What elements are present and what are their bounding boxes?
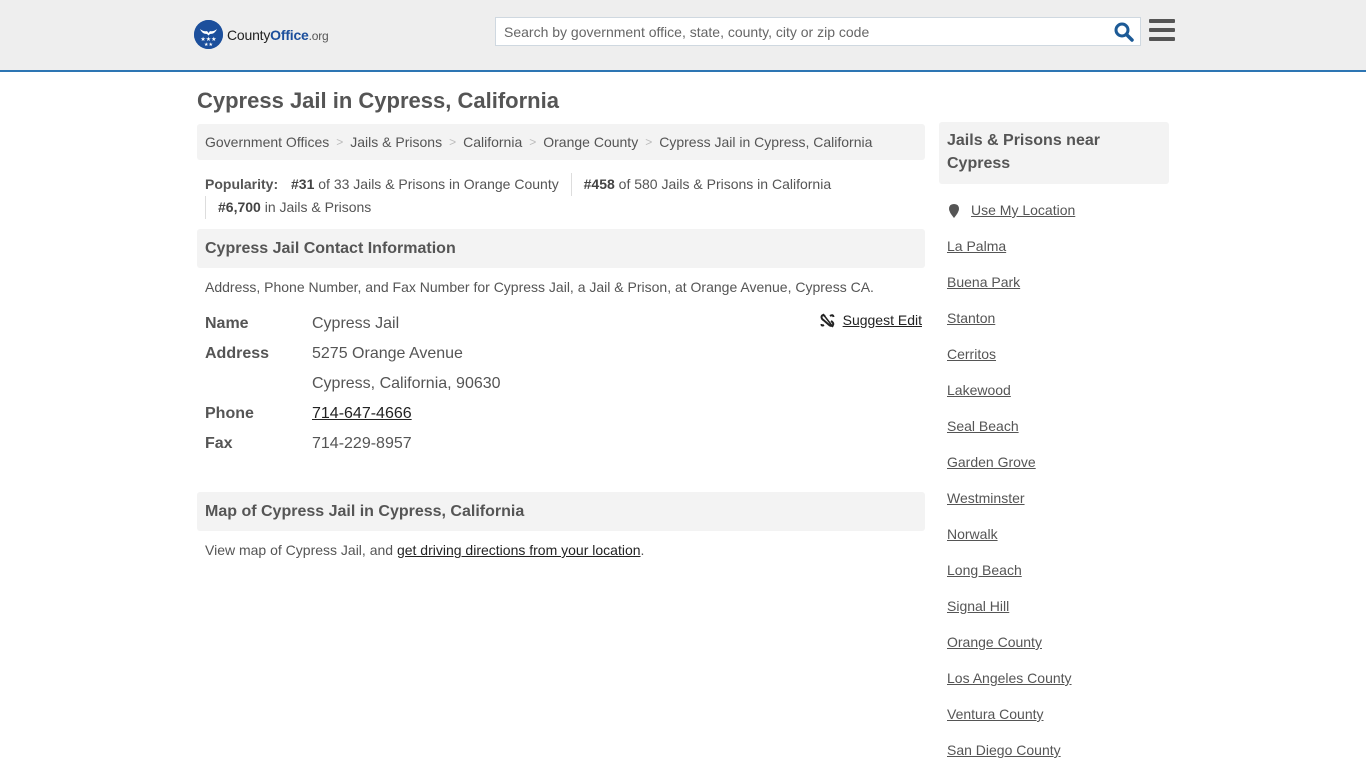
svg-text:★★: ★★	[204, 42, 213, 48]
use-my-location[interactable]: Use My Location	[947, 202, 1161, 238]
page-title: Cypress Jail in Cypress, California	[197, 88, 559, 113]
contact-description: Address, Phone Number, and Fax Number fo…	[205, 279, 874, 295]
site-logo[interactable]: ★★★ ★★ CountyOffice.org	[194, 20, 329, 49]
popularity-section: Popularity: #31 of 33 Jails & Prisons in…	[197, 160, 925, 219]
breadcrumb-separator: >	[336, 135, 344, 149]
search-icon	[1114, 22, 1134, 42]
menu-bar	[1149, 28, 1175, 32]
breadcrumb-separator: >	[529, 135, 537, 149]
nearby-link-orange-county[interactable]: Orange County	[947, 634, 1042, 650]
site-header: ★★★ ★★ CountyOffice.org	[0, 0, 1366, 72]
contact-section-heading: Cypress Jail Contact Information	[197, 229, 925, 268]
sidebar: Jails & Prisons near Cypress Use My Loca…	[939, 122, 1169, 778]
address-row: Address 5275 Orange Avenue	[205, 339, 917, 369]
nearby-link-norwalk[interactable]: Norwalk	[947, 526, 998, 542]
hamburger-menu-button[interactable]	[1149, 19, 1175, 41]
nearby-link-seal-beach[interactable]: Seal Beach	[947, 418, 1019, 434]
phone-label: Phone	[205, 405, 254, 422]
name-value: Cypress Jail	[312, 315, 400, 332]
address-line2: Cypress, California, 90630	[312, 375, 501, 392]
suggest-edit-button[interactable]: Suggest Edit	[820, 312, 922, 328]
nearby-link-lakewood[interactable]: Lakewood	[947, 382, 1011, 398]
nearby-link-ventura-county[interactable]: Ventura County	[947, 706, 1044, 722]
search-input[interactable]	[496, 18, 1096, 45]
popularity-county-rank: #31 of 33 Jails & Prisons in Orange Coun…	[291, 176, 559, 192]
eagle-stars-logo-icon: ★★★ ★★	[194, 20, 223, 49]
driving-directions-link[interactable]: get driving directions from your locatio…	[397, 542, 641, 558]
contact-details: Name Cypress Jail Address 5275 Orange Av…	[197, 295, 925, 459]
search-button[interactable]	[1114, 22, 1134, 42]
suggest-edit-link[interactable]: Suggest Edit	[843, 312, 922, 328]
menu-bar	[1149, 19, 1175, 23]
name-label: Name	[205, 315, 249, 332]
sidebar-heading: Jails & Prisons near Cypress	[939, 122, 1169, 184]
popularity-label: Popularity:	[205, 176, 279, 192]
nearby-list: Use My Location La Palma Buena Park Stan…	[939, 184, 1169, 778]
fax-value: 714-229-8957	[312, 435, 412, 452]
search-bar	[495, 17, 1141, 46]
broken-link-icon	[820, 313, 835, 327]
fax-label: Fax	[205, 435, 233, 452]
breadcrumb-current: Cypress Jail in Cypress, California	[659, 134, 873, 150]
nearby-link-westminster[interactable]: Westminster	[947, 490, 1025, 506]
breadcrumb-orange-county[interactable]: Orange County	[543, 134, 638, 150]
nearby-link-long-beach[interactable]: Long Beach	[947, 562, 1022, 578]
nearby-link-garden-grove[interactable]: Garden Grove	[947, 454, 1036, 470]
main-content: Government Offices > Jails & Prisons > C…	[197, 124, 925, 558]
nearby-link-stanton[interactable]: Stanton	[947, 310, 995, 326]
nearby-link-signal-hill[interactable]: Signal Hill	[947, 598, 1009, 614]
breadcrumb: Government Offices > Jails & Prisons > C…	[197, 124, 925, 160]
nearby-link-la-palma[interactable]: La Palma	[947, 238, 1006, 254]
breadcrumb-separator: >	[449, 135, 457, 149]
logo-wordmark: CountyOffice.org	[227, 26, 329, 43]
nearby-link-los-angeles-county[interactable]: Los Angeles County	[947, 670, 1072, 686]
address-line1: 5275 Orange Avenue	[312, 345, 463, 362]
fax-row: Fax 714-229-8957	[205, 429, 917, 459]
map-section-heading: Map of Cypress Jail in Cypress, Californ…	[197, 492, 925, 531]
breadcrumb-separator: >	[645, 135, 653, 149]
map-description: View map of Cypress Jail, and get drivin…	[205, 542, 645, 558]
breadcrumb-california[interactable]: California	[463, 134, 522, 150]
nearby-link-buena-park[interactable]: Buena Park	[947, 274, 1020, 290]
breadcrumb-jails-prisons[interactable]: Jails & Prisons	[350, 134, 442, 150]
address-label: Address	[205, 345, 270, 362]
map-pin-icon	[949, 204, 959, 218]
use-my-location-link[interactable]: Use My Location	[971, 202, 1075, 218]
phone-link[interactable]: 714-647-4666	[312, 405, 412, 422]
nearby-link-cerritos[interactable]: Cerritos	[947, 346, 996, 362]
breadcrumb-government-offices[interactable]: Government Offices	[205, 134, 329, 150]
name-row: Name Cypress Jail	[205, 309, 917, 339]
popularity-state-rank: #458 of 580 Jails & Prisons in Californi…	[570, 173, 831, 196]
popularity-national-rank: #6,700 in Jails & Prisons	[205, 196, 917, 219]
menu-bar	[1149, 37, 1175, 41]
phone-row: Phone 714-647-4666	[205, 399, 917, 429]
nearby-link-san-diego-county[interactable]: San Diego County	[947, 742, 1061, 758]
address-row-2: Cypress, California, 90630	[205, 369, 917, 399]
